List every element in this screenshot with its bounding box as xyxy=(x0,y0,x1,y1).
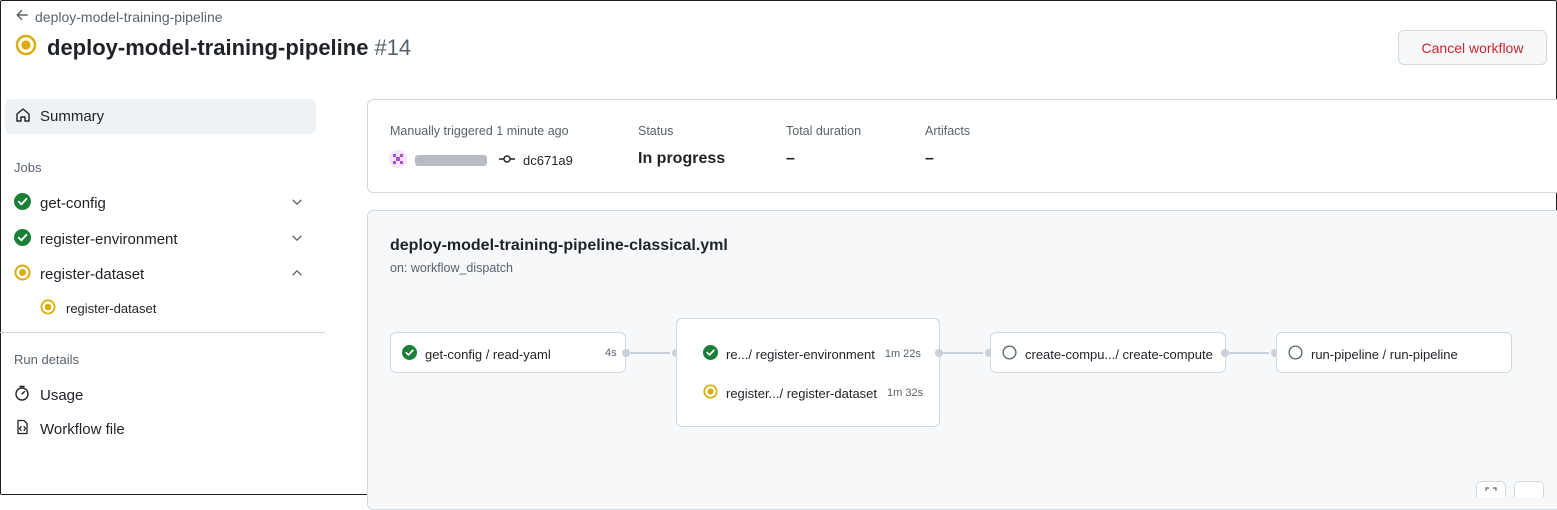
workflow-graph-card: deploy-model-training-pipeline-classical… xyxy=(367,210,1557,510)
chevron-down-icon[interactable] xyxy=(290,195,304,213)
queued-circle-icon xyxy=(1288,345,1303,363)
connector-line xyxy=(943,352,983,354)
arrow-left-icon xyxy=(15,8,29,25)
graph-job-label: create-compu.../ create-compute xyxy=(1025,346,1213,362)
graph-job-label: register.../ register-dataset xyxy=(726,385,878,401)
sidebar-item-get-config[interactable]: get-config xyxy=(14,189,314,217)
connector-line xyxy=(630,352,670,354)
workflow-title: deploy-model-training-pipeline xyxy=(47,34,369,60)
artifacts-label: Artifacts xyxy=(925,124,971,138)
status-label: Status xyxy=(638,124,674,138)
in-progress-icon xyxy=(14,264,31,285)
run-summary-card: Manually triggered 1 minute ago dc671a9 … xyxy=(367,99,1557,193)
graph-job-label: get-config / read-yaml xyxy=(425,346,551,362)
graph-node-create-compute[interactable]: create-compu.../ create-compute xyxy=(990,332,1226,373)
artifacts-value: – xyxy=(925,150,934,167)
connector-line xyxy=(1229,352,1269,354)
sidebar-item-usage[interactable]: Usage xyxy=(14,385,83,405)
check-circle-icon xyxy=(703,345,718,363)
job-label: register-environment xyxy=(40,230,178,248)
graph-job-duration: 4s xyxy=(605,347,617,359)
sidebar-item-register-environment[interactable]: register-environment xyxy=(14,225,314,253)
check-circle-icon xyxy=(14,228,31,250)
sidebar-divider xyxy=(0,332,325,333)
chevron-up-icon[interactable] xyxy=(290,266,304,284)
sidebar-item-label: Usage xyxy=(40,386,84,404)
in-progress-icon xyxy=(703,384,718,402)
jobs-heading: Jobs xyxy=(14,160,42,175)
back-link-label: deploy-model-training-pipeline xyxy=(35,8,223,25)
stopwatch-icon xyxy=(14,385,30,405)
graph-node-get-config[interactable]: get-config / read-yaml 4s xyxy=(390,332,626,373)
sidebar-item-workflow-file[interactable]: Workflow file xyxy=(14,419,125,439)
cancel-workflow-button[interactable]: Cancel workflow xyxy=(1398,30,1547,65)
workflow-file-name[interactable]: deploy-model-training-pipeline-classical… xyxy=(390,237,728,255)
connector-dot xyxy=(935,349,943,357)
sidebar-item-label: Summary xyxy=(40,108,105,125)
graph-node-run-pipeline[interactable]: run-pipeline / run-pipeline xyxy=(1276,332,1512,373)
commit-icon xyxy=(499,153,515,168)
graph-job-row[interactable]: create-compu.../ create-compute xyxy=(1002,345,1213,363)
duration-label: Total duration xyxy=(786,124,862,138)
home-icon xyxy=(15,107,31,127)
sidebar-item-label: Workflow file xyxy=(40,420,125,438)
sidebar-item-register-dataset[interactable]: register-dataset xyxy=(14,260,314,288)
graph-job-row[interactable]: get-config / read-yaml xyxy=(402,345,551,363)
status-value: In progress xyxy=(638,150,726,167)
avatar[interactable] xyxy=(389,150,407,171)
run-number: #14 xyxy=(374,34,412,60)
sidebar-sub-job-register-dataset[interactable]: register-dataset xyxy=(40,296,156,320)
connector-dot xyxy=(1221,349,1229,357)
redacted-username xyxy=(415,155,487,166)
trigger-label: Manually triggered 1 minute ago xyxy=(390,124,569,138)
job-label: register-dataset xyxy=(40,265,145,283)
graph-job-row[interactable]: run-pipeline / run-pipeline xyxy=(1288,345,1458,363)
job-label: get-config xyxy=(40,194,106,212)
graph-job-label: re.../ register-environment xyxy=(726,346,875,362)
queued-circle-icon xyxy=(1002,345,1017,363)
connector-dot xyxy=(622,349,630,357)
sub-job-label: register-dataset xyxy=(66,300,157,316)
workflow-trigger: on: workflow_dispatch xyxy=(390,261,513,275)
graph-job-row[interactable]: register.../ register-dataset 1m 32s xyxy=(703,384,923,402)
graph-job-duration: 1m 32s xyxy=(887,387,924,399)
commit-sha[interactable]: dc671a9 xyxy=(523,153,573,168)
page-title-row: deploy-model-training-pipeline #14 xyxy=(15,34,411,61)
sidebar-item-summary[interactable]: Summary xyxy=(5,99,316,134)
check-circle-icon xyxy=(402,345,417,363)
fullscreen-icon xyxy=(1485,486,1497,504)
chevron-down-icon[interactable] xyxy=(290,231,304,249)
graph-job-row[interactable]: re.../ register-environment 1m 22s xyxy=(703,345,921,363)
file-code-icon xyxy=(14,419,30,439)
graph-job-label: run-pipeline / run-pipeline xyxy=(1311,346,1458,362)
graph-job-duration: 1m 22s xyxy=(884,348,921,360)
in-progress-icon xyxy=(40,299,56,318)
back-link[interactable]: deploy-model-training-pipeline xyxy=(15,8,223,25)
page-title: deploy-model-training-pipeline #14 xyxy=(47,35,411,61)
graph-node-group-register: re.../ register-environment 1m 22s regis… xyxy=(676,318,940,427)
run-details-heading: Run details xyxy=(14,352,80,367)
trigger-row: dc671a9 xyxy=(389,150,573,171)
duration-value: – xyxy=(786,150,795,167)
check-circle-icon xyxy=(14,192,31,214)
in-progress-icon xyxy=(15,34,37,61)
